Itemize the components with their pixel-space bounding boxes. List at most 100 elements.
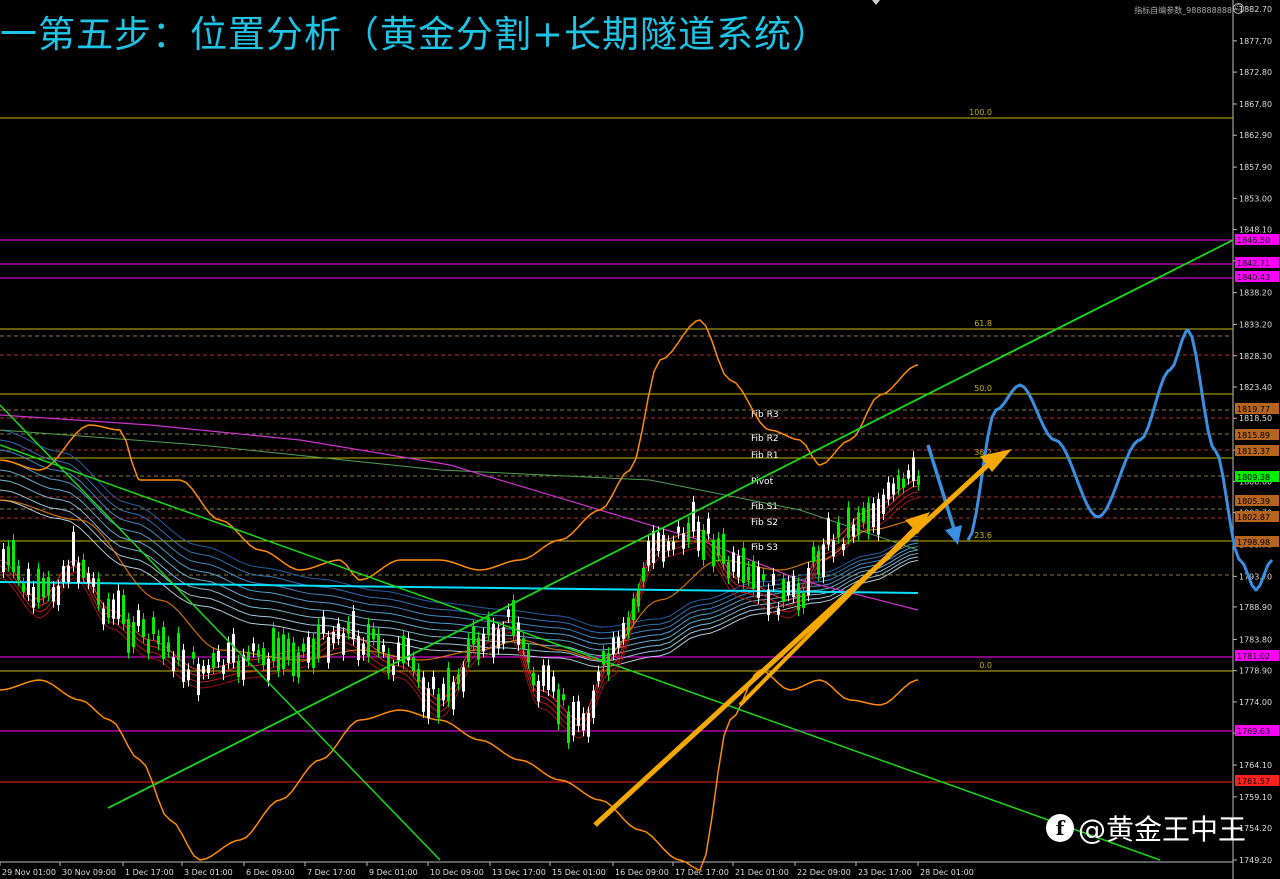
candle-body (912, 457, 915, 481)
time-label: 13 Dec 17:00 (492, 868, 546, 877)
fib-level-label: 100.0 (969, 108, 992, 117)
candle-body (577, 701, 580, 726)
candle-body (97, 578, 100, 605)
fib-level-label: 23.6 (974, 531, 992, 540)
candle-body (82, 559, 85, 578)
time-label: 23 Dec 17:00 (858, 868, 912, 877)
candle-body (7, 546, 10, 566)
candle-body (552, 676, 555, 692)
candle-body (207, 665, 210, 674)
price-label: 1749.20 (1239, 856, 1272, 865)
expert-smiley-icon: ☺ (1233, 3, 1244, 14)
candle-body (122, 595, 125, 625)
candle-body (332, 632, 335, 644)
candle-body (277, 637, 280, 671)
candle-body (377, 633, 380, 652)
candle-body (237, 660, 240, 677)
candle-body (447, 667, 450, 702)
candle-body (522, 638, 525, 649)
candle-body (582, 713, 585, 731)
candle-body (337, 623, 340, 639)
price-label: 1823.40 (1239, 383, 1272, 392)
price-marker-label: 1805.39 (1237, 497, 1270, 506)
candle-body (342, 633, 345, 655)
price-marker-label: 1761.57 (1237, 777, 1270, 786)
candle-body (252, 643, 255, 652)
candle-body (327, 636, 330, 663)
projection-wave-line (966, 328, 1274, 592)
fib-level-label: 61.8 (974, 319, 992, 328)
candle-body (422, 677, 425, 712)
candle-body (147, 639, 150, 654)
candle-body (752, 561, 755, 589)
candle-body (107, 598, 110, 618)
time-label: 17 Dec 17:00 (675, 868, 729, 877)
candle-body (607, 653, 610, 676)
price-label: 1838.20 (1239, 289, 1272, 298)
price-label: 1862.90 (1239, 131, 1272, 140)
candle-body (527, 649, 530, 663)
price-marker-label: 1846.50 (1237, 236, 1270, 245)
candle-body (857, 512, 860, 536)
candle-body (637, 589, 640, 607)
candle-body (677, 526, 680, 533)
candle-body (822, 544, 825, 578)
candle-body (257, 650, 260, 657)
price-label: 1857.90 (1239, 163, 1272, 172)
chart-shift-marker-icon[interactable] (872, 0, 880, 5)
price-chart[interactable]: 1882.70 1877.70 1872.80 1867.80 1862.90 1857.… (0, 0, 1280, 879)
price-label: 1877.70 (1239, 37, 1272, 46)
price-marker-label: 1798.98 (1237, 538, 1270, 547)
candle-body (42, 577, 45, 598)
price-label: 1793.70 (1239, 572, 1272, 581)
candle-body (617, 637, 620, 648)
watermark: f @黄金王中王 (1046, 808, 1246, 848)
candle-body (727, 561, 730, 579)
price-label: 1783.80 (1239, 635, 1272, 644)
time-label: 7 Dec 17:00 (307, 868, 356, 877)
candle-body (902, 478, 905, 488)
candle-body (612, 637, 615, 655)
candle-body (302, 643, 305, 652)
candle-body (162, 626, 165, 660)
candle-body (667, 541, 670, 551)
candle-body (652, 531, 655, 564)
candle-body (867, 502, 870, 534)
price-marker-badge: 1815.89 (1235, 429, 1279, 440)
candle-body (647, 540, 650, 566)
time-label: 10 Dec 09:00 (430, 868, 484, 877)
projection-arrowhead (945, 525, 962, 545)
candle-body (37, 568, 40, 603)
price-marker-badge: 1761.57 (1235, 775, 1279, 786)
long-ma-line (0, 429, 919, 551)
candle-body (137, 610, 140, 626)
candle-body (187, 669, 190, 681)
candle-body (392, 665, 395, 675)
candle-body (117, 590, 120, 619)
candle-body (672, 541, 675, 550)
candle-body (57, 585, 60, 606)
price-label: 1788.90 (1239, 603, 1272, 612)
candle-body (557, 689, 560, 725)
price-marker-badge: 1805.39 (1235, 495, 1279, 506)
candle-body (737, 555, 740, 578)
candle-body (472, 626, 475, 645)
candle-body (387, 653, 390, 674)
candle-body (597, 671, 600, 682)
candle-body (462, 667, 465, 692)
candle-body (32, 586, 35, 608)
candle-body (742, 547, 745, 584)
candle-body (707, 518, 710, 534)
candle-body (47, 576, 50, 596)
price-marker-badge: 1846.50 (1235, 234, 1279, 245)
indicator-info: 指标自编参数_988888888 (1134, 6, 1232, 15)
candle-body (317, 624, 320, 657)
price-marker-label: 1840.43 (1237, 273, 1270, 282)
price-marker-badge: 1840.43 (1235, 271, 1279, 282)
pivot-label: Fib S2 (751, 518, 778, 528)
pivot-label: Fib R1 (751, 451, 779, 461)
price-label: 1848.10 (1239, 226, 1272, 235)
candle-body (572, 701, 575, 736)
time-label: 21 Dec 01:00 (735, 868, 789, 877)
price-marker-label: 1813.37 (1237, 447, 1270, 456)
